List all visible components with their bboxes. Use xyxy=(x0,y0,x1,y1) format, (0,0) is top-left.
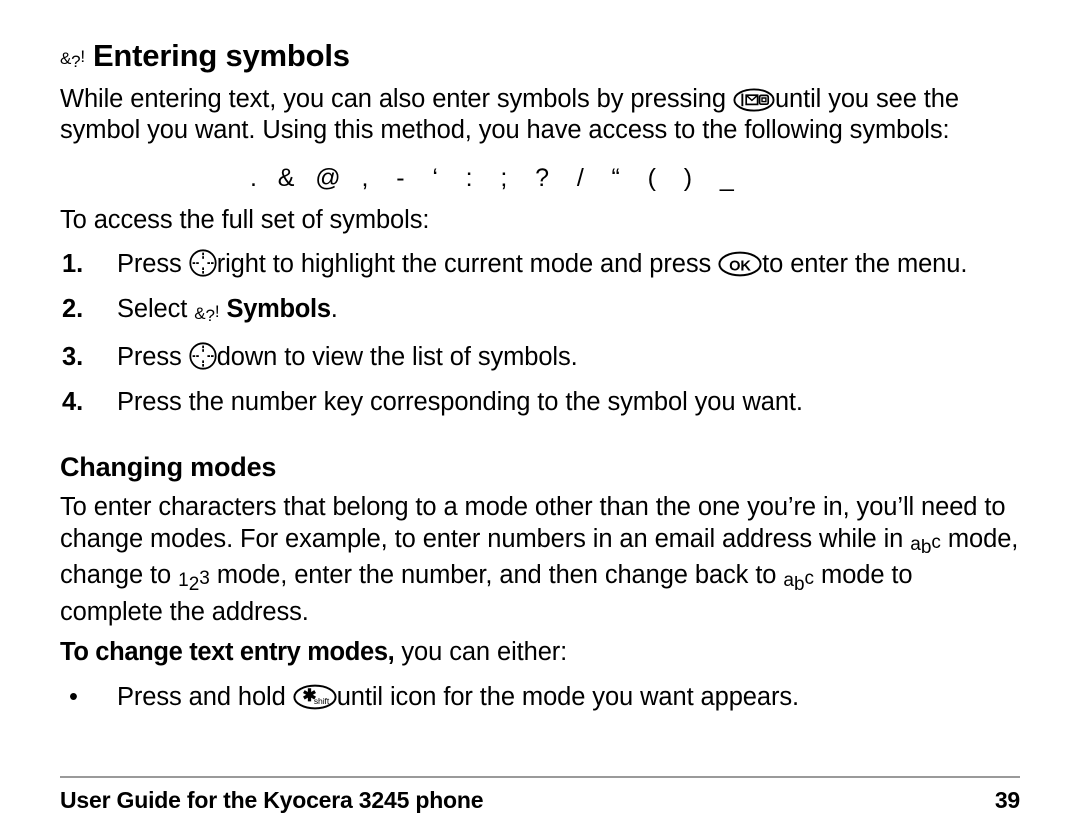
footer-divider xyxy=(60,776,1020,778)
abc-mode-icon-c: c xyxy=(931,531,941,553)
list-item-bullet: • xyxy=(69,682,78,711)
list-item: 2. Select &?! Symbols. xyxy=(60,281,1020,330)
list-item-text-part1: Press xyxy=(117,250,182,279)
abc-mode-icon-b: b xyxy=(920,537,932,559)
abc-mode-icon-b: b xyxy=(793,573,805,595)
symbols-steps-list: 1. Press right to highlight the current m… xyxy=(60,236,1020,418)
page-title-text: Entering symbols xyxy=(92,38,350,73)
page-footer: User Guide for the Kyocera 3245 phone 39 xyxy=(60,776,1020,814)
abc-mode-icon: abc xyxy=(783,565,814,597)
symbols-mode-icon-exclaim: ! xyxy=(80,46,85,66)
symbols-mode-icon: &?! xyxy=(194,298,219,330)
list-item-number: 4. xyxy=(62,387,84,416)
list-item-text-part3: . xyxy=(330,294,338,323)
list-item-text-part3: to enter the menu. xyxy=(762,250,968,279)
list-item-text-part2: right to highlight the current mode and … xyxy=(216,250,712,279)
123-mode-icon-2: 2 xyxy=(188,573,200,595)
list-item-text-part1: Press and hold xyxy=(117,682,286,711)
symbols-mode-icon-question: ? xyxy=(205,306,215,326)
shift-key-icon: ✱ shift xyxy=(293,684,337,710)
footer-guide-title: User Guide for the Kyocera 3245 phone xyxy=(60,787,484,813)
page-title-entering-symbols: &?! Entering symbols xyxy=(60,0,1020,73)
123-mode-icon-1: 1 xyxy=(178,570,189,592)
messaging-key-icon xyxy=(733,87,775,112)
document-page: &?! Entering symbols While entering text,… xyxy=(0,0,1080,834)
list-item-number: 2. xyxy=(62,294,84,323)
svg-text:OK: OK xyxy=(729,258,751,274)
list-item-text-part1: Press the number key corresponding to th… xyxy=(117,387,803,416)
list-item: • Press and hold ✱ shift until icon for t… xyxy=(60,669,1020,714)
list-item-text-part3: until icon for the mode you want appears… xyxy=(336,682,799,711)
intro-paragraph: While entering text, you can also enter … xyxy=(60,73,1020,147)
symbols-character-list: . & @ , - ‘ : ; ? / “ ( ) _ xyxy=(250,163,734,192)
svg-text:shift: shift xyxy=(314,696,330,706)
symbols-mode-icon-amp: & xyxy=(60,49,72,68)
symbols-mode-icon-question: ? xyxy=(71,51,81,71)
navigation-key-icon xyxy=(189,342,217,370)
list-item: 1. Press right to highlight the current m… xyxy=(60,236,1020,281)
changing-modes-part3: mode, enter the number, and then change … xyxy=(216,561,777,590)
changing-modes-paragraph: To enter characters that belong to a mod… xyxy=(60,481,1020,628)
abc-mode-icon-a: a xyxy=(910,533,921,555)
list-item-text-part3: down to view the list of symbols. xyxy=(216,343,578,372)
list-item-number: 3. xyxy=(62,343,84,372)
footer-row: User Guide for the Kyocera 3245 phone 39 xyxy=(60,787,1020,814)
intro-paragraph-part1: While entering text, you can also enter … xyxy=(60,84,726,113)
abc-mode-icon: abc xyxy=(910,529,941,561)
symbols-mode-icon: &?! xyxy=(60,46,85,71)
change-modes-lead: To change text entry modes, you can eith… xyxy=(60,628,1020,669)
list-item: 4. Press the number key corresponding to … xyxy=(60,374,1020,419)
123-mode-icon-3: 3 xyxy=(199,568,210,590)
menu-item-symbols: Symbols xyxy=(226,294,331,323)
navigation-key-icon xyxy=(189,249,217,277)
change-modes-lead-rest: you can either: xyxy=(394,638,568,667)
123-mode-icon: 123 xyxy=(178,565,210,597)
changing-modes-part1: To enter characters that belong to a mod… xyxy=(60,493,1006,553)
ok-key-icon: OK xyxy=(718,251,762,277)
symbols-mode-icon-amp: & xyxy=(194,303,206,323)
section-title-changing-modes: Changing modes xyxy=(60,452,277,483)
list-item: 3. Press down to view the list of symbols… xyxy=(60,329,1020,374)
list-item-number: 1. xyxy=(62,250,84,279)
list-item-text-part1: Press xyxy=(117,343,182,372)
access-full-set-line: To access the full set of symbols: xyxy=(60,205,430,234)
list-item-text-part1: Select xyxy=(117,294,188,323)
symbols-mode-icon-exclaim: ! xyxy=(214,301,220,321)
change-modes-bullet-list: • Press and hold ✱ shift until icon for t… xyxy=(60,669,1020,714)
change-modes-lead-bold: To change text entry modes, xyxy=(60,638,395,667)
abc-mode-icon-c: c xyxy=(804,568,815,590)
abc-mode-icon-a: a xyxy=(783,570,794,592)
footer-page-number: 39 xyxy=(994,787,1020,813)
